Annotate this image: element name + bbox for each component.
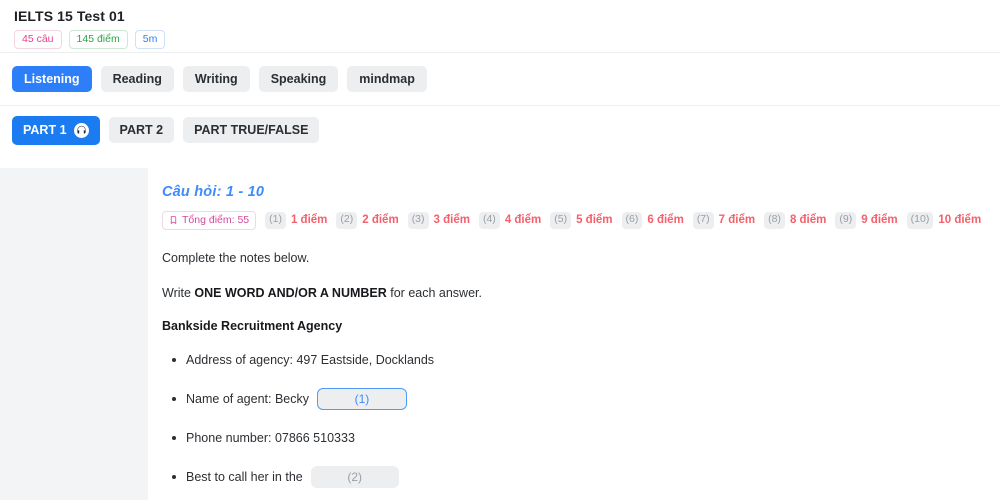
tab-reading[interactable]: Reading xyxy=(100,65,174,93)
score-item-7: (7) 7 điểm xyxy=(692,212,756,229)
score-number: (9) xyxy=(835,212,857,229)
score-number: (7) xyxy=(692,212,714,229)
list-item: Address of agency: 497 Eastside, Docklan… xyxy=(172,350,986,370)
score-item-10: (10) 10 điểm xyxy=(906,212,982,229)
list-item: Best to call her in the (2) xyxy=(172,466,986,488)
score-item-2: (2) 2 điểm xyxy=(336,212,399,229)
score-item-1: (1) 1 điểm xyxy=(265,212,327,229)
skill-tab-bar: Listening Reading Writing Speaking mindm… xyxy=(0,53,1000,106)
content-area: Câu hỏi: 1 - 10 Tổng điểm: 55 (1) 1 điểm… xyxy=(0,168,1000,500)
part-tab-part-2[interactable]: PART 2 xyxy=(108,116,175,144)
score-number: (5) xyxy=(550,212,572,229)
note-text: Phone number: 07866 510333 xyxy=(186,431,355,445)
instruction-suffix: for each answer. xyxy=(386,285,482,300)
list-item: Phone number: 07866 510333 xyxy=(172,428,986,448)
score-legend-row: Tổng điểm: 55 (1) 1 điểm (2) 2 điểm (3) … xyxy=(162,211,986,230)
note-text: Name of agent: Becky xyxy=(186,392,309,406)
score-points: 10 điểm xyxy=(938,214,982,227)
score-item-3: (3) 3 điểm xyxy=(407,212,470,229)
score-item-4: (4) 4 điểm xyxy=(478,212,542,229)
instruction-emphasis: ONE WORD AND/OR A NUMBER xyxy=(194,285,387,300)
score-number: (10) xyxy=(906,212,934,229)
answer-input-1[interactable]: (1) xyxy=(316,388,407,410)
score-points: 8 điểm xyxy=(789,214,827,227)
score-points: 9 điểm xyxy=(861,214,898,227)
part-tab-part-true-false[interactable]: PART TRUE/FALSE xyxy=(183,116,320,144)
score-points: 1 điểm xyxy=(290,214,328,227)
score-number: (2) xyxy=(336,212,358,229)
page-title: IELTS 15 Test 01 xyxy=(14,8,125,24)
score-item-9: (9) 9 điểm xyxy=(835,212,898,229)
badge-question-count: 45 câu xyxy=(14,30,62,50)
score-item-5: (5) 5 điểm xyxy=(550,212,613,229)
score-points: 3 điểm xyxy=(433,214,470,227)
badge-duration: 5m xyxy=(134,30,166,50)
tab-mindmap[interactable]: mindmap xyxy=(347,65,427,93)
page-header: IELTS 15 Test 01 45 câu 145 điểm 5m xyxy=(0,0,1000,53)
score-number: (1) xyxy=(265,212,286,229)
note-text: Address of agency: 497 Eastside, Docklan… xyxy=(186,353,435,367)
book-icon xyxy=(169,215,178,225)
score-number: (4) xyxy=(478,212,500,229)
score-points: 5 điểm xyxy=(576,214,613,227)
question-card: Câu hỏi: 1 - 10 Tổng điểm: 55 (1) 1 điểm… xyxy=(148,168,1000,500)
score-points: 4 điểm xyxy=(504,214,542,227)
total-score-badge: Tổng điểm: 55 xyxy=(162,211,257,230)
question-range-heading: Câu hỏi: 1 - 10 xyxy=(162,184,265,200)
instruction-complete-notes: Complete the notes below. xyxy=(162,251,310,265)
score-points: 2 điểm xyxy=(362,214,399,227)
score-points: 7 điểm xyxy=(718,214,756,227)
part-tab-label: PART 1 xyxy=(23,122,67,137)
score-number: (3) xyxy=(407,212,429,229)
badge-total-points: 145 điểm xyxy=(68,30,128,50)
score-item-6: (6) 6 điểm xyxy=(621,212,684,229)
tab-speaking[interactable]: Speaking xyxy=(258,65,339,93)
instruction-prefix: Write xyxy=(162,285,195,300)
note-text: Best to call her in the xyxy=(186,470,303,484)
part-tab-part-1[interactable]: PART 1 xyxy=(12,115,100,145)
answer-input-2[interactable]: (2) xyxy=(310,466,399,488)
part-tab-bar: PART 1 PART 2 PART TRUE/FALSE xyxy=(0,106,1000,154)
notes-list: Address of agency: 497 Eastside, Docklan… xyxy=(162,350,986,488)
score-points: 6 điểm xyxy=(647,214,684,227)
score-item-8: (8) 8 điểm xyxy=(764,212,826,229)
instruction-write-rule: Write ONE WORD AND/OR A NUMBER for each … xyxy=(162,285,986,303)
notes-section-title: Bankside Recruitment Agency xyxy=(162,319,343,333)
tab-writing[interactable]: Writing xyxy=(182,65,250,93)
header-badge-row: 45 câu 145 điểm 5m xyxy=(14,30,986,50)
headphones-icon xyxy=(73,122,89,138)
total-score-label: Tổng điểm: 55 xyxy=(182,214,250,226)
score-number: (8) xyxy=(764,212,785,229)
tab-listening[interactable]: Listening xyxy=(12,65,92,93)
list-item: Name of agent: Becky (1) xyxy=(172,388,986,410)
score-number: (6) xyxy=(621,212,643,229)
